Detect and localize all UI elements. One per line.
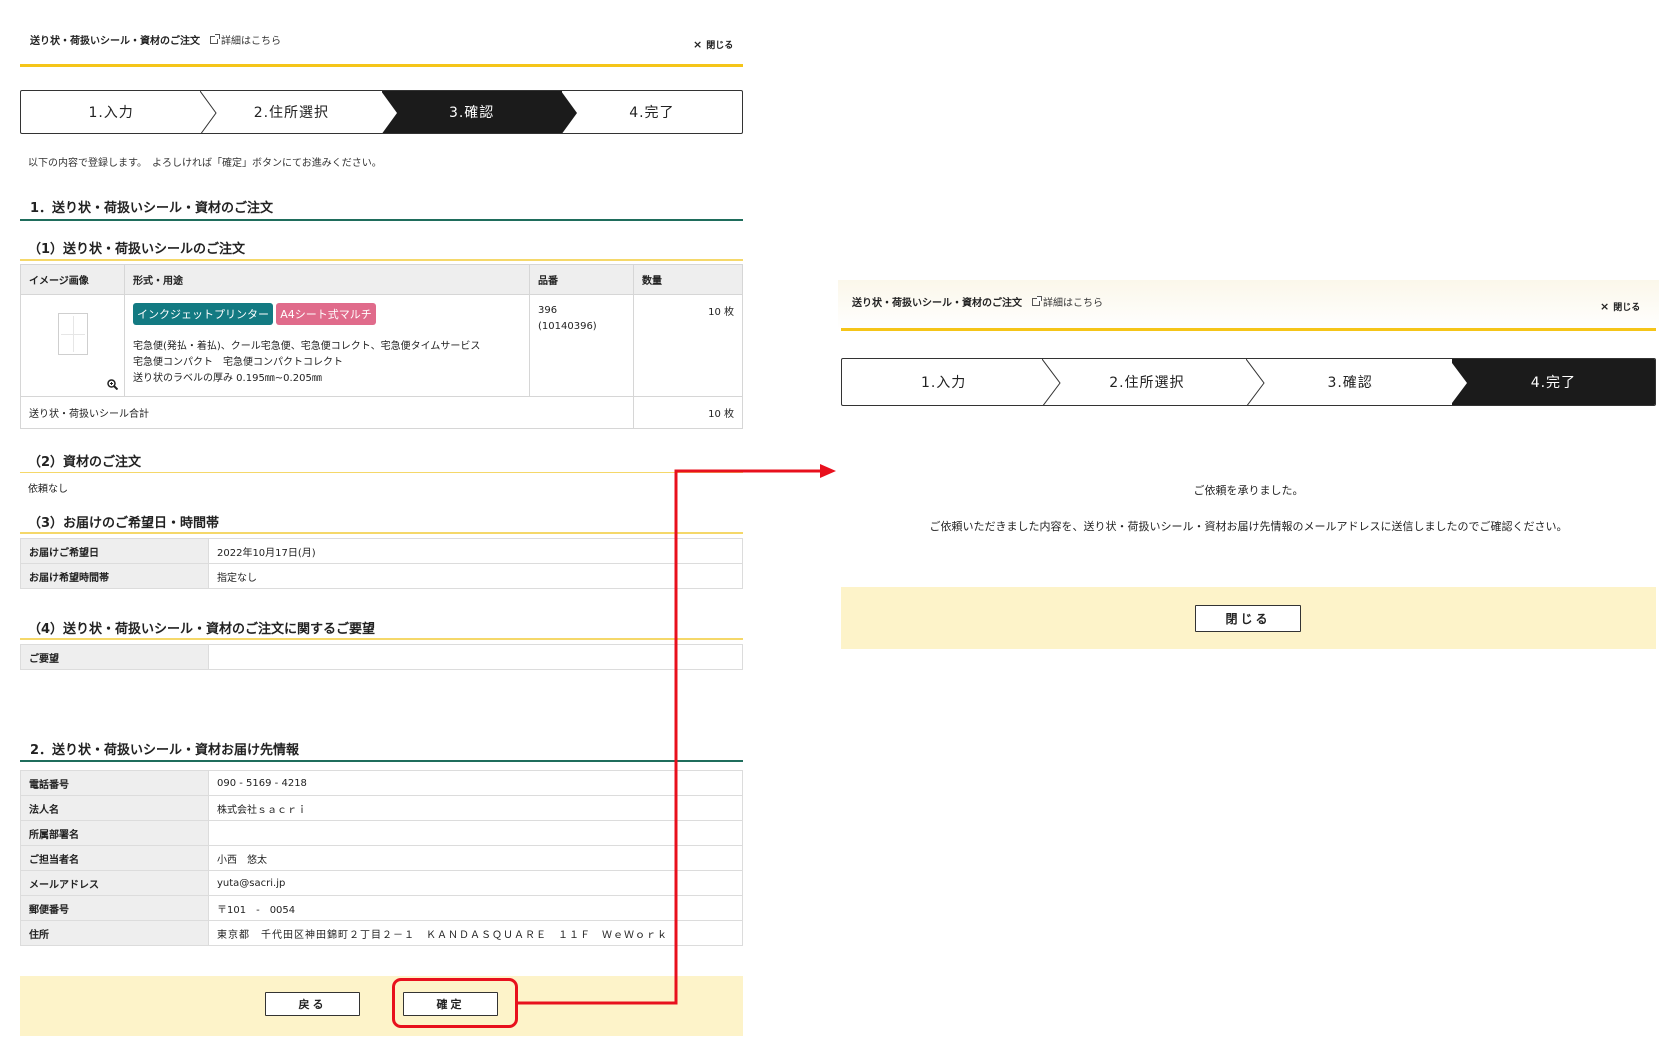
step-chevron-icon (380, 91, 397, 133)
step-chevron-icon (560, 91, 577, 133)
flow-arrow-icon (518, 464, 836, 1005)
step-chevron-icon (1042, 359, 1061, 405)
step-chevron-icon (200, 91, 217, 133)
step-chevron-icon (1245, 359, 1265, 405)
step-chevron-icon (1448, 359, 1467, 405)
